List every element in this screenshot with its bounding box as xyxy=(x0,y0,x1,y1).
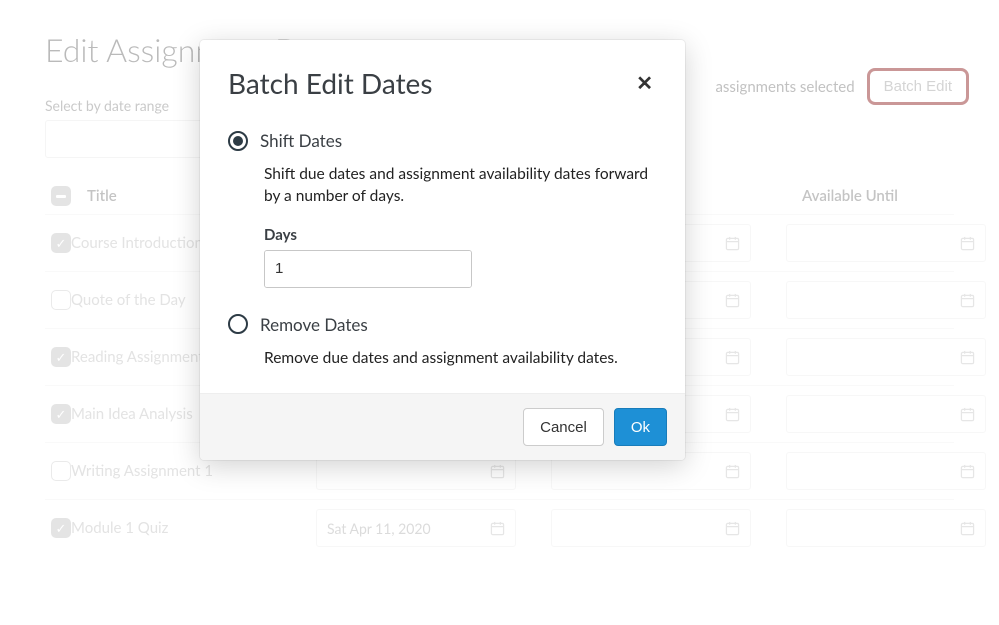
cancel-button[interactable]: Cancel xyxy=(523,408,604,446)
remove-dates-label: Remove Dates xyxy=(260,314,368,335)
shift-dates-option[interactable]: Shift Dates xyxy=(228,130,657,151)
days-label: Days xyxy=(264,226,657,244)
modal-footer: Cancel Ok xyxy=(200,393,685,460)
radio-icon xyxy=(228,131,248,151)
modal-header: Batch Edit Dates ✕ xyxy=(200,40,685,106)
ok-button[interactable]: Ok xyxy=(614,408,667,446)
days-input[interactable] xyxy=(265,251,472,287)
remove-dates-option[interactable]: Remove Dates xyxy=(228,314,657,335)
days-stepper xyxy=(264,250,472,288)
days-field: Days xyxy=(264,226,657,288)
batch-edit-modal: Batch Edit Dates ✕ Shift Dates Shift due… xyxy=(200,40,685,460)
remove-dates-description: Remove due dates and assignment availabi… xyxy=(264,347,657,369)
modal-body: Shift Dates Shift due dates and assignme… xyxy=(200,106,685,393)
radio-icon xyxy=(228,314,248,334)
shift-dates-label: Shift Dates xyxy=(260,130,342,151)
shift-dates-description: Shift due dates and assignment availabil… xyxy=(264,163,657,208)
close-icon[interactable]: ✕ xyxy=(632,67,657,99)
modal-title: Batch Edit Dates xyxy=(228,66,432,100)
